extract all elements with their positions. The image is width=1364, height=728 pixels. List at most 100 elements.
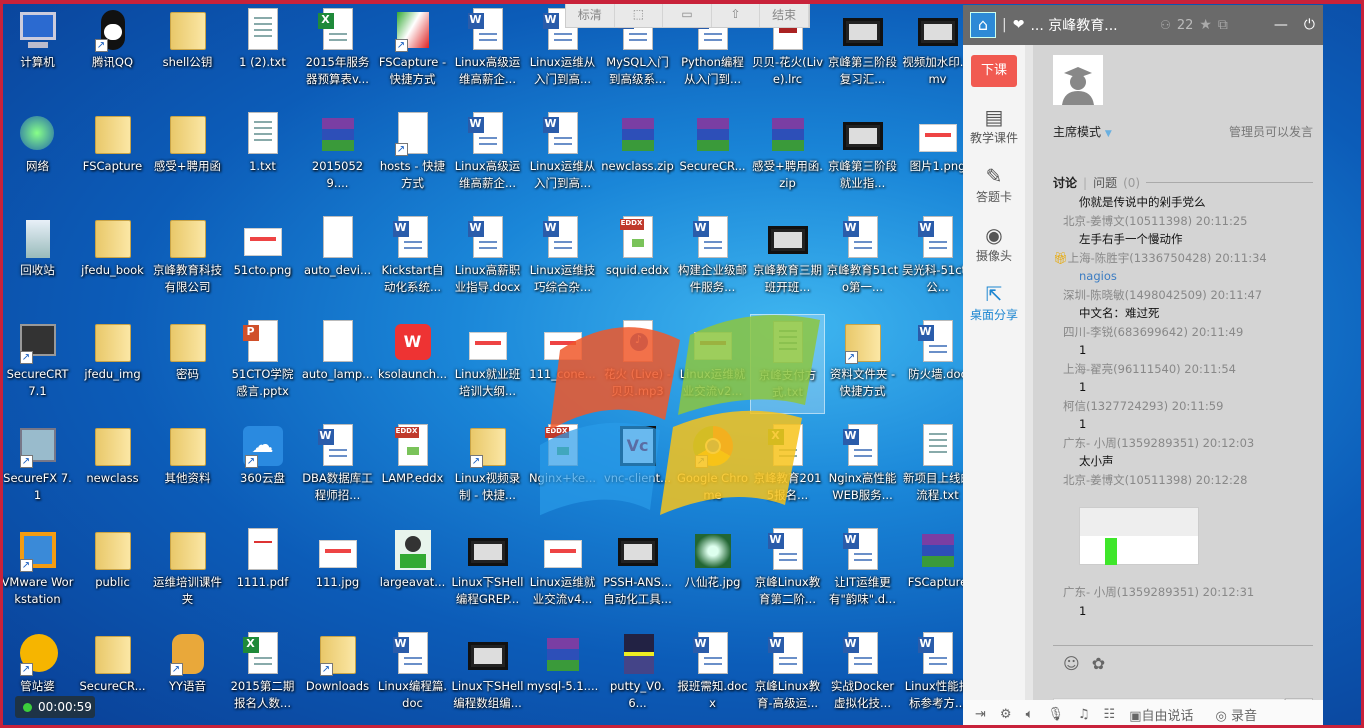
- home-icon[interactable]: ⌂: [970, 12, 996, 38]
- desktop-icon[interactable]: 111.jpg: [300, 522, 375, 622]
- desktop-icon[interactable]: 感受+聘用函: [150, 106, 225, 206]
- desktop-icon[interactable]: Vc vnc-client...: [600, 418, 675, 518]
- desktop-icon[interactable]: X 2015年服务器预算表v...: [300, 2, 375, 102]
- desktop-icon[interactable]: 网络: [0, 106, 75, 206]
- desktop-icon[interactable]: mysql-5.1....: [525, 626, 600, 726]
- desktop-icon[interactable]: 京峰第三阶段就业指...: [825, 106, 900, 206]
- desktop-icon[interactable]: W Linux高薪职业指导.docx: [450, 210, 525, 310]
- star-icon[interactable]: ★: [1199, 17, 1212, 33]
- desktop-icon[interactable]: 京峰支付方式.txt: [750, 314, 825, 414]
- desktop-icon[interactable]: 111_cone...: [525, 314, 600, 414]
- desktop-icon[interactable]: W 京峰教育51cto第一...: [825, 210, 900, 310]
- desktop-icon[interactable]: Linux运维就业交流v4...: [525, 522, 600, 622]
- nav-item[interactable]: ⇱ 桌面分享: [963, 282, 1025, 323]
- desktop-icon[interactable]: W Nginx高性能WEB服务...: [825, 418, 900, 518]
- settings-icon[interactable]: ⚙: [1000, 707, 1012, 722]
- desktop-icon[interactable]: W 实战Docker虚拟化技...: [825, 626, 900, 726]
- share-icon[interactable]: ⇧: [712, 1, 761, 27]
- end-class-button[interactable]: 下课: [971, 55, 1017, 87]
- desktop-icon[interactable]: ♪ 花火 (Live) - 贝贝.mp3: [600, 314, 675, 414]
- desktop-icon[interactable]: 京峰教育三期班开班...: [750, 210, 825, 310]
- desktop-icon[interactable]: 51cto.png: [225, 210, 300, 310]
- desktop-icon[interactable]: 回收站: [0, 210, 75, 310]
- desktop-icon[interactable]: Linux就业班培训大纲...: [450, 314, 525, 414]
- desktop-icon[interactable]: ↗ YY语音: [150, 626, 225, 726]
- desktop-icon[interactable]: newclass: [75, 418, 150, 518]
- desktop-icon[interactable]: X 2015第二期报名人数...: [225, 626, 300, 726]
- desktop-icon[interactable]: jfedu_book: [75, 210, 150, 310]
- desktop-icon[interactable]: ↗ 资料文件夹 - 快捷方式: [825, 314, 900, 414]
- mixer-icon[interactable]: ☷: [1104, 707, 1116, 722]
- nav-item[interactable]: ✎ 答题卡: [963, 164, 1025, 205]
- tab-questions[interactable]: 问题: [1093, 174, 1117, 191]
- desktop-icon[interactable]: jfedu_img: [75, 314, 150, 414]
- desktop-icon[interactable]: W 京峰Linux教育-高级运...: [750, 626, 825, 726]
- desktop-icon[interactable]: W Linux高级运维高薪企...: [450, 2, 525, 102]
- desktop-icon[interactable]: ↗ FSCapture - 快捷方式: [375, 2, 450, 102]
- microphone-icon[interactable]: 🎙︎: [1047, 707, 1064, 722]
- emoji-icon[interactable]: ☺: [1063, 654, 1080, 673]
- desktop-icon[interactable]: EDDX squid.eddx: [600, 210, 675, 310]
- desktop-icon[interactable]: 计算机: [0, 2, 75, 102]
- desktop-icon[interactable]: shell公钥: [150, 2, 225, 102]
- end-button[interactable]: 结束: [760, 1, 809, 27]
- desktop-icon[interactable]: EDDX Nginx+ke...: [525, 418, 600, 518]
- desktop-icon[interactable]: W 让IT运维更有"韵味".d...: [825, 522, 900, 622]
- mode-dropdown[interactable]: 主席模式 ▼: [1053, 123, 1112, 140]
- nav-item[interactable]: ◉ 摄像头: [963, 223, 1025, 264]
- desktop-icon[interactable]: Linux下SHell编程GREP...: [450, 522, 525, 622]
- desktop-icon[interactable]: 20150529....: [300, 106, 375, 206]
- desktop-icon[interactable]: ↗ hosts - 快捷方式: [375, 106, 450, 206]
- desktop-icon[interactable]: ↗ Google Chrome: [675, 418, 750, 518]
- desktop-icon[interactable]: W DBA数据库工程师招...: [300, 418, 375, 518]
- desktop-icon[interactable]: ↗ Linux视频录制 - 快捷...: [450, 418, 525, 518]
- desktop-icon[interactable]: P 51CTO学院感言.pptx: [225, 314, 300, 414]
- desktop-icon[interactable]: Linux下SHell编程数组编...: [450, 626, 525, 726]
- desktop-icon[interactable]: 其他资料: [150, 418, 225, 518]
- desktop-icon[interactable]: ↗ SecureFX 7.1: [0, 418, 75, 518]
- desktop-icon[interactable]: W 构建企业级邮件服务...: [675, 210, 750, 310]
- desktop-icon[interactable]: public: [75, 522, 150, 622]
- desktop-icon[interactable]: auto_devi...: [300, 210, 375, 310]
- nav-item[interactable]: ▤ 教学课件: [963, 105, 1025, 146]
- quality-button[interactable]: 标清: [566, 1, 615, 27]
- desktop-icon[interactable]: W Linux编程篇.doc: [375, 626, 450, 726]
- exit-icon[interactable]: ⇥: [975, 707, 986, 722]
- desktop-icon[interactable]: PSSH-ANS...自动化工具...: [600, 522, 675, 622]
- desktop-icon[interactable]: newclass.zip: [600, 106, 675, 206]
- free-talk-button[interactable]: ▣自由说话: [1129, 705, 1193, 724]
- desktop-icon[interactable]: ↗ 腾讯QQ: [75, 2, 150, 102]
- desktop-icon[interactable]: W 报班需知.docx: [675, 626, 750, 726]
- desktop-icon[interactable]: SecureCR...: [675, 106, 750, 206]
- desktop-icon[interactable]: 1.txt: [225, 106, 300, 206]
- desktop-icon[interactable]: W Linux高级运维高薪企...: [450, 106, 525, 206]
- desktop-icon[interactable]: 1 (2).txt: [225, 2, 300, 102]
- desktop-icon[interactable]: W Linux运维技巧综合杂...: [525, 210, 600, 310]
- message-image[interactable]: [1079, 507, 1199, 565]
- desktop-icon[interactable]: ↗ VMware Workstation: [0, 522, 75, 622]
- desktop-icon[interactable]: 1111.pdf: [225, 522, 300, 622]
- speaker-icon[interactable]: 🔈︎: [1026, 707, 1034, 722]
- desktop-icon[interactable]: 运维培训课件夹: [150, 522, 225, 622]
- desktop-icon[interactable]: largeavat...: [375, 522, 450, 622]
- desktop-icon[interactable]: 京峰教育科技有限公司: [150, 210, 225, 310]
- desktop-icon[interactable]: auto_lamp...: [300, 314, 375, 414]
- desktop-icon[interactable]: FSCapture: [75, 106, 150, 206]
- music-icon[interactable]: ♫: [1078, 707, 1090, 722]
- tab-discussion[interactable]: 讨论: [1053, 174, 1077, 191]
- desktop-icon[interactable]: ↗ Downloads: [300, 626, 375, 726]
- record-button[interactable]: ◎ 录音: [1216, 705, 1258, 724]
- flower-icon[interactable]: ✿: [1092, 654, 1105, 673]
- power-icon[interactable]: ⏻: [1304, 17, 1315, 33]
- desktop-icon[interactable]: 感受+聘用函.zip: [750, 106, 825, 206]
- desktop-icon[interactable]: X 京峰教育2015报名...: [750, 418, 825, 518]
- select-region-icon[interactable]: ⬚: [615, 1, 664, 27]
- desktop-icon[interactable]: Wksolaunch...: [375, 314, 450, 414]
- desktop-icon[interactable]: 密码: [150, 314, 225, 414]
- minimize-icon[interactable]: —: [1274, 17, 1288, 33]
- window-icon[interactable]: ▭: [663, 1, 712, 27]
- popout-icon[interactable]: ⧉: [1218, 17, 1228, 33]
- desktop-icon[interactable]: W Kickstart自动化系统...: [375, 210, 450, 310]
- desktop-icon[interactable]: W 京峰Linux教育第二阶...: [750, 522, 825, 622]
- desktop-icon[interactable]: ☁ ↗ 360云盘: [225, 418, 300, 518]
